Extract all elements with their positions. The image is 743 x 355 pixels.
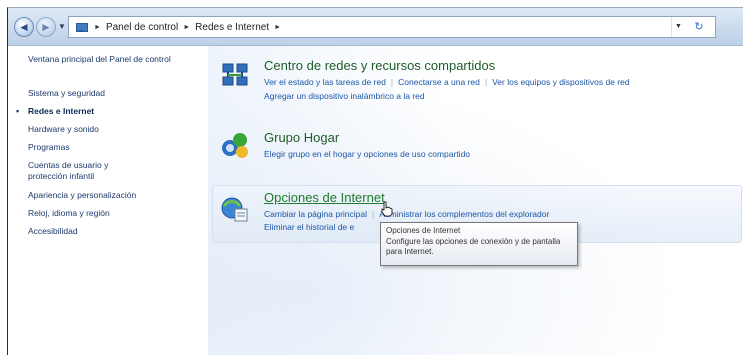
current-item-bullet: • (16, 106, 20, 116)
task-link-connect-network[interactable]: Conectarse a una red (398, 77, 480, 87)
task-link-add-wireless-device[interactable]: Agregar un dispositivo inalámbrico a la … (264, 91, 425, 101)
main-content: Centro de redes y recursos compartidos V… (208, 46, 743, 355)
address-field[interactable]: ► Panel de control ► Redes e Internet ► … (68, 16, 716, 38)
task-link-network-status[interactable]: Ver el estado y las tareas de red (264, 77, 386, 87)
task-link-delete-history[interactable]: Eliminar el historial de e (264, 222, 354, 232)
control-panel-icon (75, 21, 89, 33)
task-link-homegroup-options[interactable]: Elegir grupo en el hogar y opciones de u… (264, 149, 470, 159)
sidebar-item-user-accounts[interactable]: Cuentas de usuario y protección infantil (28, 160, 148, 182)
sidebar-item-label: Redes e Internet (28, 106, 95, 116)
recent-pages-dropdown[interactable]: ▼ (58, 22, 66, 31)
refresh-icon[interactable]: ↻ (691, 17, 707, 37)
category-title[interactable]: Centro de redes y recursos compartidos (264, 58, 495, 73)
network-center-icon (222, 63, 248, 86)
task-row: Cambiar la página principal | Administrar … (264, 209, 550, 219)
back-arrow-icon: ◄ (18, 20, 30, 34)
sidebar-item-programs[interactable]: Programas (28, 142, 70, 153)
address-dropdown-button[interactable]: ▼ (671, 17, 685, 37)
hand-cursor-icon (381, 201, 393, 217)
breadcrumb-panel-de-control[interactable]: Panel de control (106, 22, 178, 33)
sidebar-item-accessibility[interactable]: Accesibilidad (28, 226, 78, 237)
sidebar-item-hardware-sound[interactable]: Hardware y sonido (28, 124, 99, 135)
task-row: Elegir grupo en el hogar y opciones de u… (264, 149, 470, 159)
forward-arrow-icon: ► (40, 20, 52, 34)
homegroup-icon (222, 133, 248, 158)
sidebar-item-appearance[interactable]: Apariencia y personalización (28, 190, 136, 201)
sidebar: Ventana principal del Panel de control S… (8, 46, 208, 355)
chevron-right-icon[interactable]: ► (183, 24, 190, 31)
address-bar: ◄ ► ▼ ► Panel de control ► Redes e Inter… (8, 8, 743, 46)
sidebar-item-network-internet[interactable]: • Redes e Internet (16, 106, 95, 117)
task-link-manage-addons[interactable]: Administrar los complementos del explora… (379, 209, 549, 219)
task-link-view-devices[interactable]: Ver los equipos y dispositivos de red (492, 77, 630, 87)
category-title[interactable]: Grupo Hogar (264, 130, 339, 145)
chevron-right-icon[interactable]: ► (274, 24, 281, 31)
task-row: Eliminar el historial de e (264, 222, 354, 232)
category-title[interactable]: Opciones de Internet (264, 190, 385, 205)
control-panel-window: ◄ ► ▼ ► Panel de control ► Redes e Inter… (7, 7, 743, 355)
task-row: Ver el estado y las tareas de red | Conect… (264, 77, 630, 87)
sidebar-item-system-security[interactable]: Sistema y seguridad (28, 88, 105, 99)
tooltip: Opciones de Internet Configure las opcio… (380, 222, 578, 266)
sidebar-item-clock-language[interactable]: Reloj, idioma y región (28, 208, 110, 219)
breadcrumb-redes-e-internet[interactable]: Redes e Internet (195, 22, 269, 33)
sidebar-item-home[interactable]: Ventana principal del Panel de control (28, 54, 178, 65)
task-link-change-home-page[interactable]: Cambiar la página principal (264, 209, 367, 219)
tooltip-title: Opciones de Internet (386, 226, 461, 235)
chevron-right-icon[interactable]: ► (94, 24, 101, 31)
tooltip-text: Configure las opciones de conexión y de … (386, 236, 561, 257)
forward-button[interactable]: ► (36, 17, 56, 37)
task-row: Agregar un dispositivo inalámbrico a la … (264, 91, 425, 101)
internet-options-icon (221, 197, 248, 222)
back-button[interactable]: ◄ (14, 17, 34, 37)
